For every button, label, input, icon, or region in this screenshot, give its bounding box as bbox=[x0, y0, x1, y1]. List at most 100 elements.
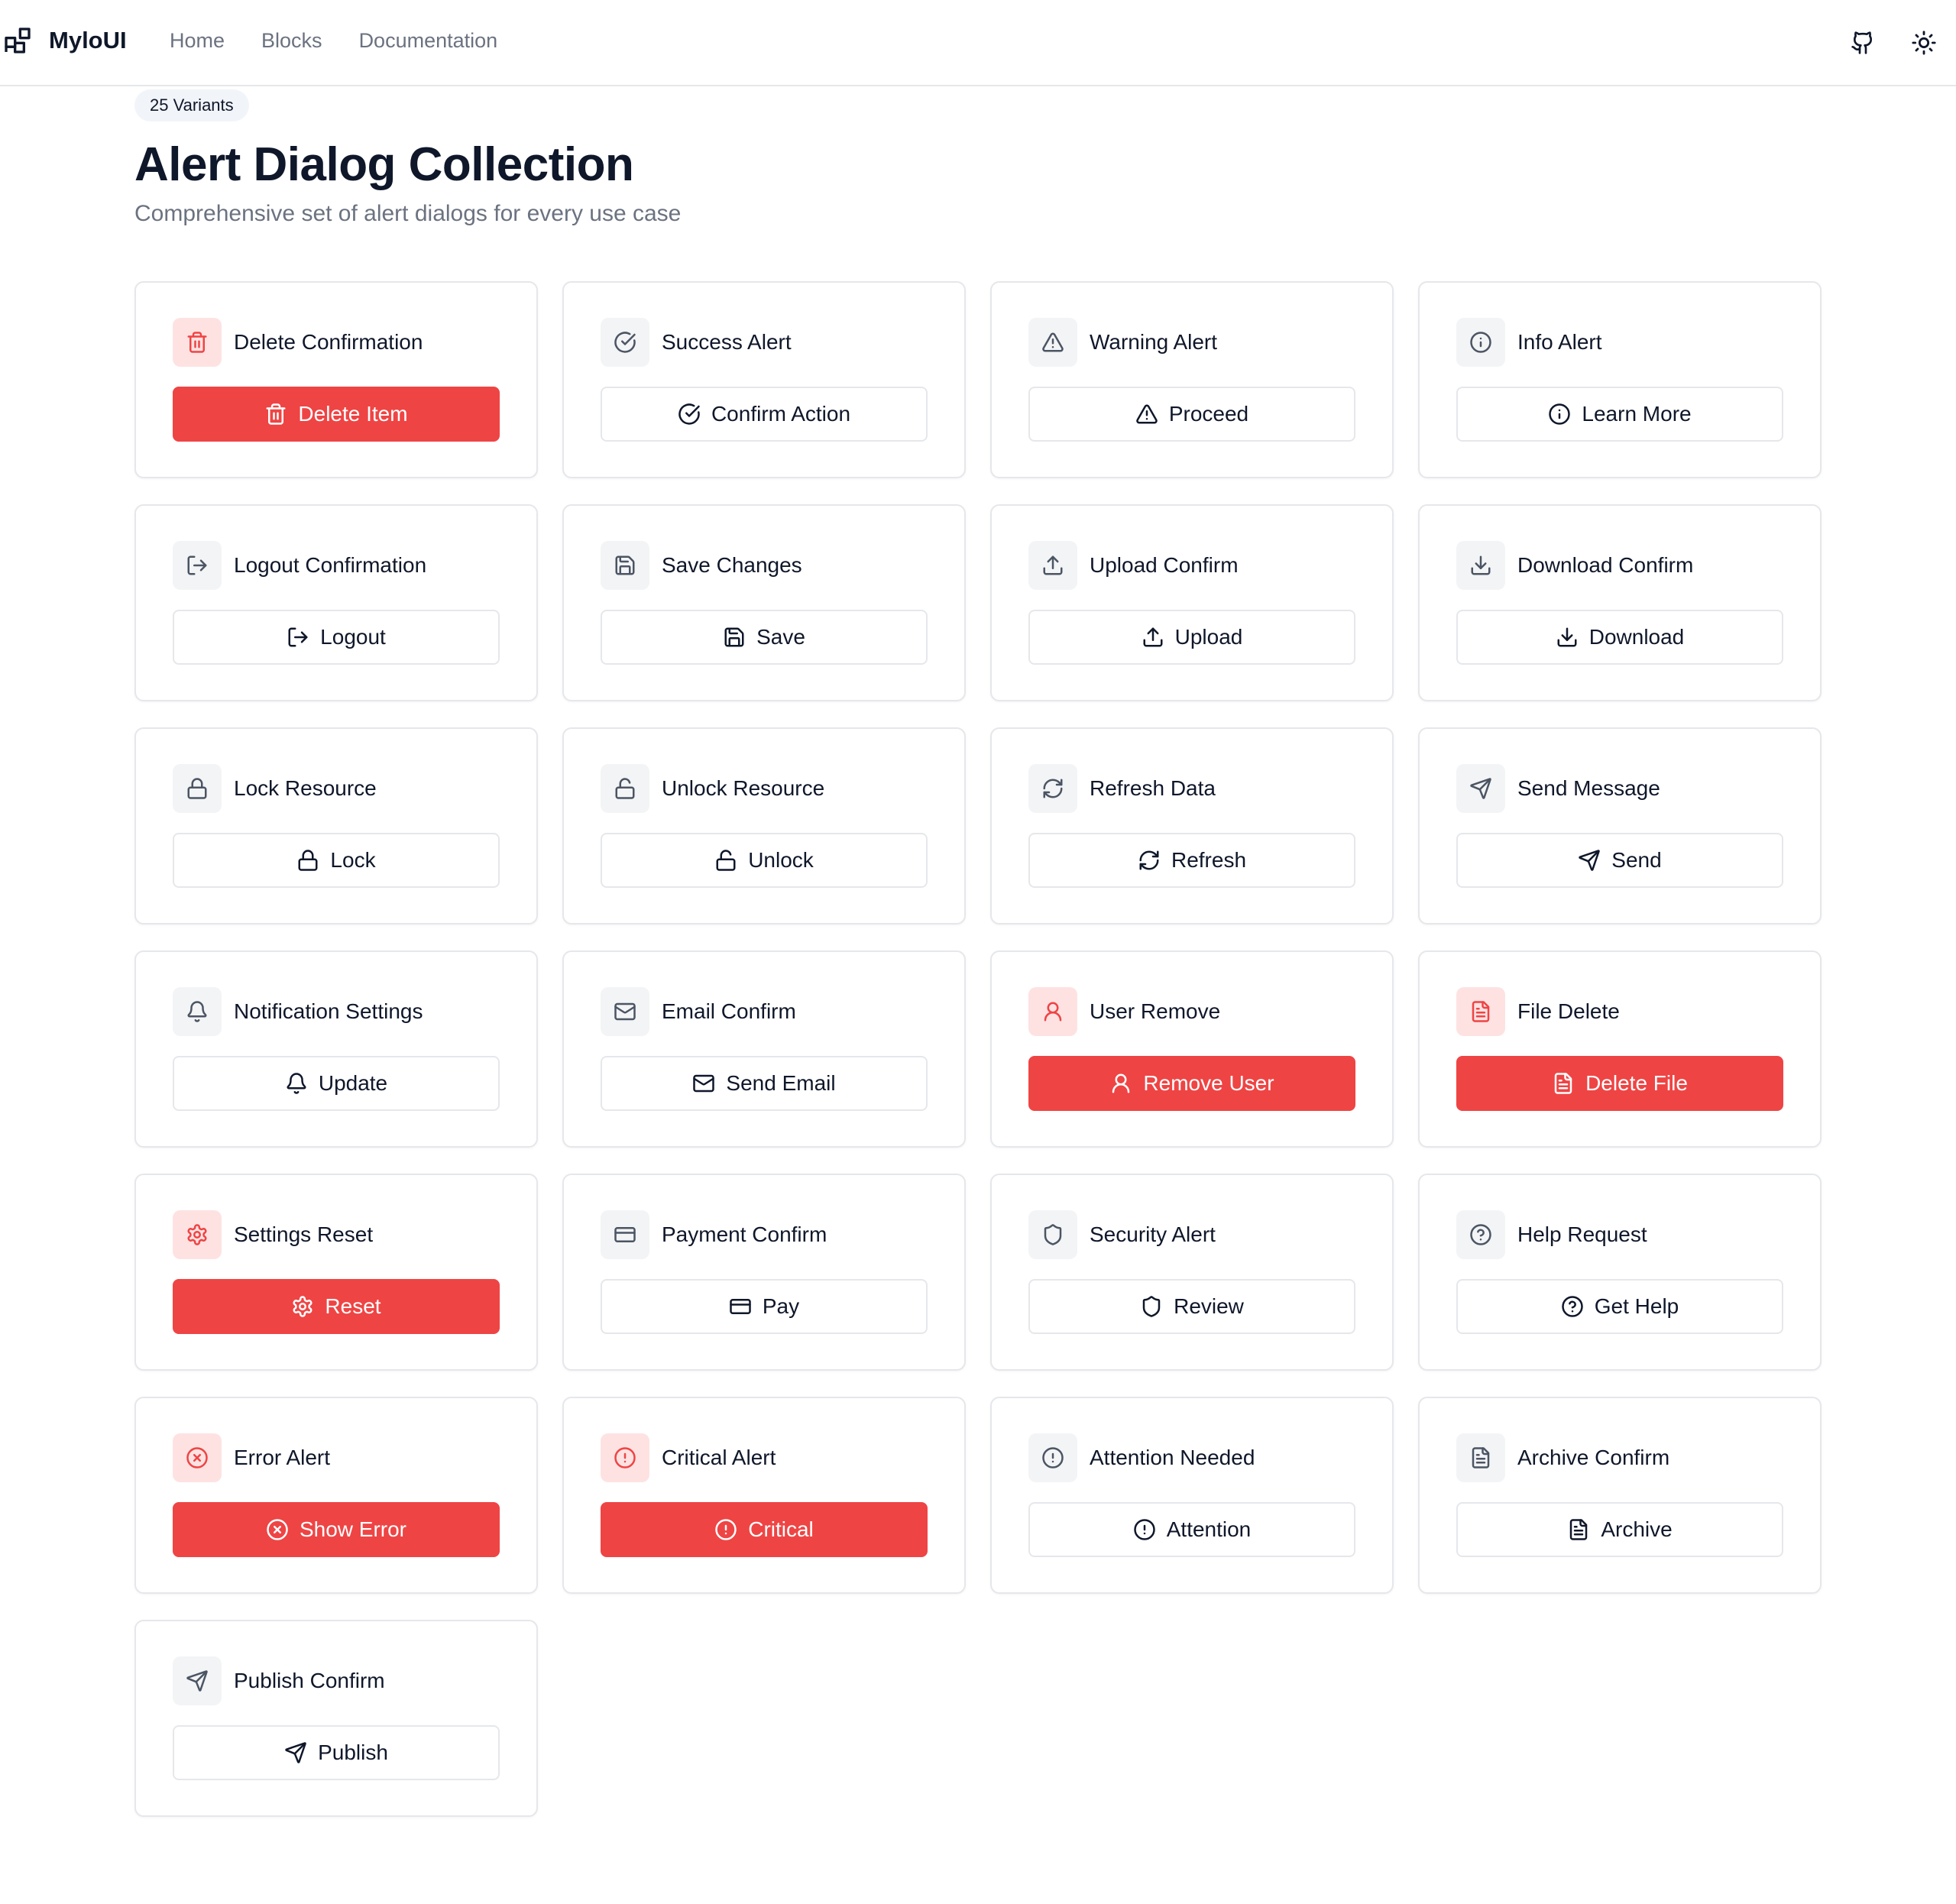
upload-icon bbox=[1142, 626, 1164, 649]
mail-icon bbox=[614, 1002, 636, 1021]
lock-icon bbox=[296, 849, 319, 872]
nav-blocks-link[interactable]: Blocks bbox=[261, 29, 322, 53]
card-action-label: Show Error bbox=[299, 1517, 407, 1541]
alert-card-warning-alert: Warning Alert Proceed bbox=[990, 281, 1394, 478]
refresh-button[interactable]: Refresh bbox=[1028, 833, 1355, 888]
page-subtitle: Comprehensive set of alert dialogs for e… bbox=[134, 201, 682, 226]
archive-button[interactable]: Archive bbox=[1456, 1502, 1783, 1557]
alert-card-notification-settings: Notification Settings Update bbox=[134, 950, 538, 1148]
shield-icon bbox=[1044, 1224, 1062, 1245]
card-action-label: Send bbox=[1611, 848, 1662, 872]
upload-button[interactable]: Upload bbox=[1028, 610, 1355, 665]
blocks-logo-icon bbox=[2, 24, 34, 57]
delete-item-button[interactable]: Delete Item bbox=[173, 387, 500, 442]
save-icon bbox=[615, 555, 635, 575]
nav-home-link[interactable]: Home bbox=[170, 29, 225, 53]
card-icon-box bbox=[601, 541, 649, 590]
card-title: Warning Alert bbox=[1090, 330, 1218, 354]
card-title: Payment Confirm bbox=[662, 1222, 827, 1246]
theme-toggle-button[interactable] bbox=[1907, 26, 1941, 60]
card-title: Delete Confirmation bbox=[234, 330, 423, 354]
remove-user-button[interactable]: Remove User bbox=[1028, 1056, 1355, 1111]
logout-button[interactable]: Logout bbox=[173, 610, 500, 665]
review-button[interactable]: Review bbox=[1028, 1279, 1355, 1334]
alert-card-settings-reset: Settings Reset Reset bbox=[134, 1174, 538, 1371]
credit-card-icon bbox=[729, 1295, 752, 1318]
card-icon-box bbox=[173, 1210, 222, 1259]
alert-card-unlock-resource: Unlock Resource Unlock bbox=[562, 727, 966, 924]
card-action-label: Download bbox=[1588, 625, 1685, 649]
unlock-button[interactable]: Unlock bbox=[601, 833, 928, 888]
card-header: Error Alert bbox=[173, 1433, 330, 1482]
pay-button[interactable]: Pay bbox=[601, 1279, 928, 1334]
card-header: Success Alert bbox=[601, 318, 792, 367]
card-header: Logout Confirmation bbox=[173, 541, 426, 590]
alert-card-lock-resource: Lock Resource Lock bbox=[134, 727, 538, 924]
nav-documentation-link[interactable]: Documentation bbox=[359, 29, 498, 53]
card-header: Payment Confirm bbox=[601, 1210, 827, 1259]
card-header: Attention Needed bbox=[1028, 1433, 1255, 1482]
card-title: User Remove bbox=[1090, 999, 1221, 1023]
card-icon-box bbox=[1456, 541, 1505, 590]
alert-circle-icon bbox=[714, 1518, 737, 1541]
card-title: Save Changes bbox=[662, 553, 802, 577]
send-button[interactable]: Send bbox=[1456, 833, 1783, 888]
card-header: Notification Settings bbox=[173, 987, 423, 1036]
card-action-label: Archive bbox=[1601, 1517, 1673, 1541]
user-icon bbox=[1044, 1002, 1062, 1022]
mail-icon bbox=[692, 1072, 715, 1095]
alert-card-critical-alert: Critical Alert Critical bbox=[562, 1397, 966, 1594]
send-email-button[interactable]: Send Email bbox=[601, 1056, 928, 1111]
refresh-icon bbox=[1138, 849, 1161, 872]
alert-card-payment-confirm: Payment Confirm Pay bbox=[562, 1174, 966, 1371]
card-action-label: Critical bbox=[748, 1517, 814, 1541]
card-title: Archive Confirm bbox=[1517, 1446, 1670, 1469]
publish-button[interactable]: Publish bbox=[173, 1725, 500, 1780]
bell-icon bbox=[187, 1001, 207, 1022]
file-text-icon bbox=[1472, 1447, 1490, 1468]
brand-name: MyloUI bbox=[49, 27, 127, 53]
card-header: Lock Resource bbox=[173, 764, 377, 813]
save-button[interactable]: Save bbox=[601, 610, 928, 665]
attention-button[interactable]: Attention bbox=[1028, 1502, 1355, 1557]
alert-circle-icon bbox=[1133, 1518, 1156, 1541]
card-title: Email Confirm bbox=[662, 999, 796, 1023]
check-circle-icon bbox=[614, 332, 636, 353]
card-icon-box bbox=[1028, 1433, 1077, 1482]
card-action-label: Logout bbox=[320, 625, 386, 649]
delete-file-button[interactable]: Delete File bbox=[1456, 1056, 1783, 1111]
proceed-button[interactable]: Proceed bbox=[1028, 387, 1355, 442]
get-help-button[interactable]: Get Help bbox=[1456, 1279, 1783, 1334]
credit-card-icon bbox=[614, 1227, 636, 1242]
card-action-label: Upload bbox=[1174, 625, 1243, 649]
file-text-icon bbox=[1552, 1072, 1575, 1095]
update-button[interactable]: Update bbox=[173, 1056, 500, 1111]
alert-card-help-request: Help Request Get Help bbox=[1418, 1174, 1822, 1371]
card-icon-box bbox=[1456, 1433, 1505, 1482]
upload-icon bbox=[1043, 555, 1063, 575]
card-icon-box bbox=[1028, 764, 1077, 813]
github-link[interactable] bbox=[1846, 26, 1880, 60]
alert-card-email-confirm: Email Confirm Send Email bbox=[562, 950, 966, 1148]
card-icon-box bbox=[173, 987, 222, 1036]
download-button[interactable]: Download bbox=[1456, 610, 1783, 665]
alert-card-security-alert: Security Alert Review bbox=[990, 1174, 1394, 1371]
card-icon-box bbox=[173, 1433, 222, 1482]
card-header: Upload Confirm bbox=[1028, 541, 1239, 590]
alert-card-refresh-data: Refresh Data Refresh bbox=[990, 727, 1394, 924]
card-action-label: Learn More bbox=[1582, 402, 1692, 426]
confirm-action-button[interactable]: Confirm Action bbox=[601, 387, 928, 442]
brand[interactable]: MyloUI bbox=[2, 24, 127, 57]
critical-button[interactable]: Critical bbox=[601, 1502, 928, 1557]
card-action-label: Publish bbox=[318, 1740, 388, 1764]
learn-more-button[interactable]: Learn More bbox=[1456, 387, 1783, 442]
alert-circle-icon bbox=[1042, 1447, 1064, 1468]
show-error-button[interactable]: Show Error bbox=[173, 1502, 500, 1557]
card-title: Unlock Resource bbox=[662, 776, 825, 800]
alert-card-archive-confirm: Archive Confirm Archive bbox=[1418, 1397, 1822, 1594]
lock-button[interactable]: Lock bbox=[173, 833, 500, 888]
reset-button[interactable]: Reset bbox=[173, 1279, 500, 1334]
alert-card-info-alert: Info Alert Learn More bbox=[1418, 281, 1822, 478]
alert-card-publish-confirm: Publish Confirm Publish bbox=[134, 1620, 538, 1817]
info-icon bbox=[1548, 403, 1571, 426]
